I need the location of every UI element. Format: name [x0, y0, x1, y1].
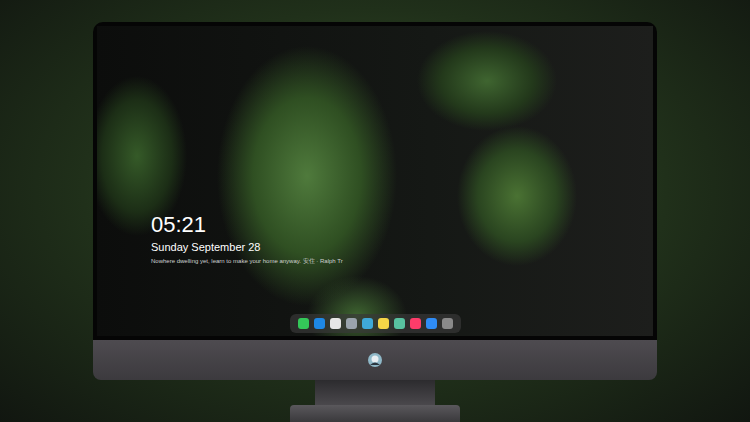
lock-screen-info: 05:21 Sunday September 28 Nowhere dwelli…: [97, 213, 653, 266]
quote-line: Nowhere dwelling yet, learn to make your…: [151, 257, 653, 266]
mockup-background: 05:21 Sunday September 28 Nowhere dwelli…: [0, 0, 750, 422]
app-icon[interactable]: [314, 318, 325, 329]
app-icon[interactable]: [362, 318, 373, 329]
dock: [290, 314, 461, 333]
monitor-base: [290, 405, 460, 422]
monitor-stand: [315, 380, 435, 405]
app-icon[interactable]: [426, 318, 437, 329]
screen-bezel: 05:21 Sunday September 28 Nowhere dwelli…: [93, 22, 657, 340]
monitor-chin: [93, 340, 657, 380]
logo-icon: [367, 352, 383, 368]
monitor: 05:21 Sunday September 28 Nowhere dwelli…: [93, 22, 657, 422]
app-icon[interactable]: [442, 318, 453, 329]
clock-date: Sunday September 28: [151, 241, 653, 253]
app-icon[interactable]: [394, 318, 405, 329]
desktop-wallpaper: 05:21 Sunday September 28 Nowhere dwelli…: [97, 26, 653, 336]
app-icon[interactable]: [298, 318, 309, 329]
app-icon[interactable]: [346, 318, 357, 329]
app-icon[interactable]: [330, 318, 341, 329]
app-icon[interactable]: [378, 318, 389, 329]
app-icon[interactable]: [410, 318, 421, 329]
clock-time: 05:21: [151, 213, 653, 237]
